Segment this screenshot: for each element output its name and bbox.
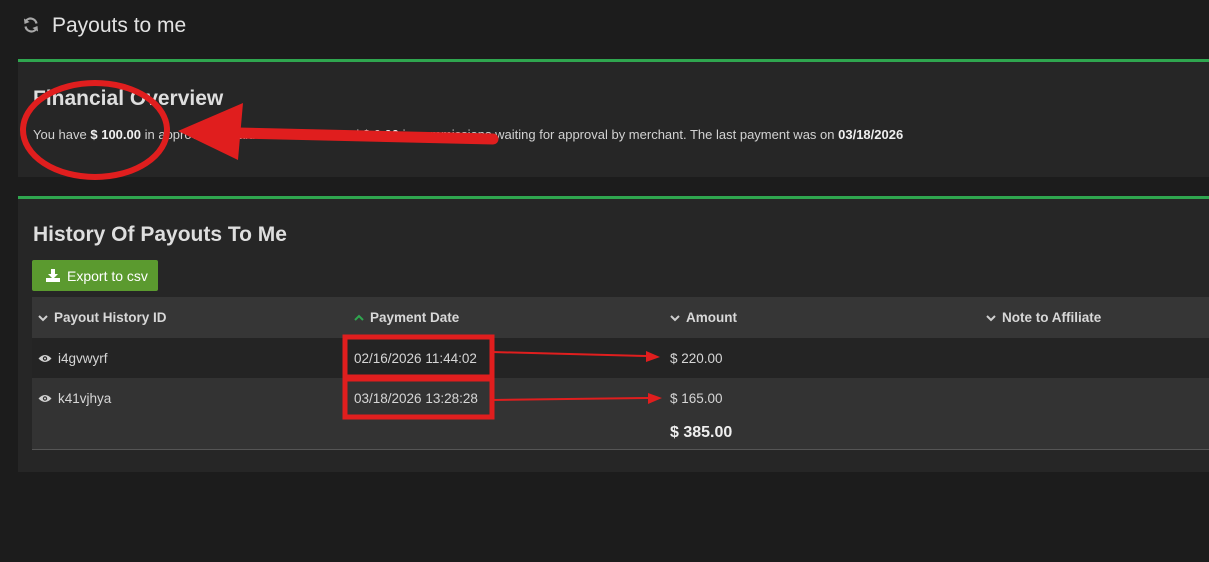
payout-history-panel: History Of Payouts To Me Export to csv P…: [18, 196, 1209, 472]
download-icon: [46, 269, 60, 282]
eye-icon[interactable]: [38, 394, 52, 403]
payout-history-table: Payout History ID Payment Date Amount No…: [32, 297, 1209, 450]
refresh-icon[interactable]: [22, 16, 40, 34]
pending-amount: $ 0.00: [362, 127, 400, 142]
chevron-down-icon: [986, 314, 996, 321]
page-title: Payouts to me: [52, 14, 187, 37]
table-header: Payout History ID Payment Date Amount No…: [32, 297, 1209, 338]
table-row: k41vjhya 03/18/2026 13:28:28 $ 165.00: [32, 378, 1209, 418]
payout-id-cell[interactable]: k41vjhya: [38, 378, 111, 418]
amount-cell: $ 165.00: [670, 390, 723, 406]
column-header-amount[interactable]: Amount: [670, 297, 737, 338]
last-payment-date: 03/18/2026: [838, 127, 904, 142]
financial-overview-title: Financial Overview: [33, 87, 224, 110]
payout-id-cell[interactable]: i4gvwyrf: [38, 338, 108, 378]
export-csv-label: Export to csv: [67, 267, 148, 284]
approved-amount: $ 100.00: [90, 127, 141, 142]
chevron-down-icon: [670, 314, 680, 321]
financial-overview-panel: Financial Overview You have $ 100.00 in …: [18, 59, 1209, 177]
column-label: Payment Date: [370, 310, 460, 325]
payout-history-title: History Of Payouts To Me: [33, 223, 287, 246]
total-row: $ 385.00: [32, 418, 1209, 450]
export-csv-button[interactable]: Export to csv: [32, 260, 158, 291]
summary-middle: in approved unpaid commissions and: [144, 127, 360, 142]
column-header-payment-date[interactable]: Payment Date: [354, 297, 459, 338]
summary-prefix: You have: [33, 127, 87, 142]
payout-id[interactable]: i4gvwyrf: [58, 351, 108, 366]
table-row: i4gvwyrf 02/16/2026 11:44:02 $ 220.00: [32, 338, 1209, 378]
financial-summary-text: You have $ 100.00 in approved unpaid com…: [33, 127, 903, 142]
column-label: Payout History ID: [54, 310, 167, 325]
column-label: Amount: [686, 310, 737, 325]
summary-suffix: in commissions waiting for approval by m…: [402, 127, 835, 142]
payment-date-cell: 02/16/2026 11:44:02: [354, 350, 477, 366]
column-header-note[interactable]: Note to Affiliate: [986, 297, 1101, 338]
chevron-down-icon: [38, 314, 48, 321]
chevron-up-icon: [354, 314, 364, 321]
page-header: Payouts to me: [0, 0, 1209, 54]
eye-icon[interactable]: [38, 354, 52, 363]
amount-cell: $ 220.00: [670, 350, 723, 366]
payout-id[interactable]: k41vjhya: [58, 391, 111, 406]
column-label: Note to Affiliate: [1002, 310, 1102, 325]
payment-date-cell: 03/18/2026 13:28:28: [354, 390, 478, 406]
column-header-payout-id[interactable]: Payout History ID: [38, 297, 167, 338]
total-amount: $ 385.00: [670, 424, 733, 441]
